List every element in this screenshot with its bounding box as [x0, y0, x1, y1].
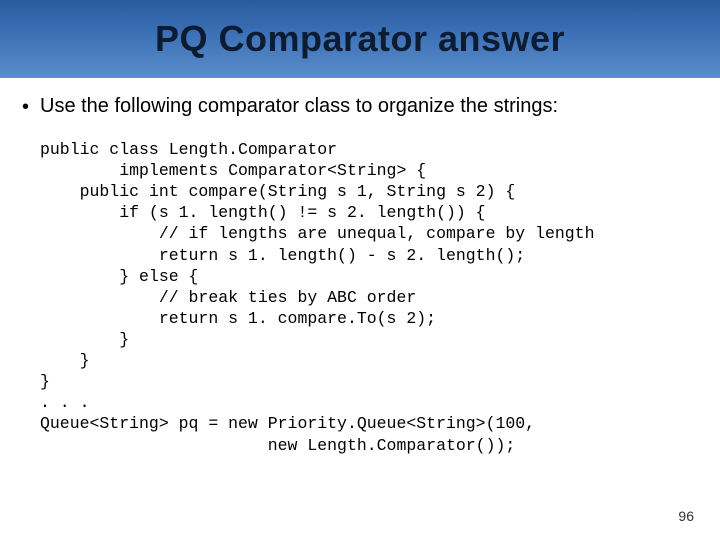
slide-body: • Use the following comparator class to … [22, 95, 698, 456]
slide-title: PQ Comparator answer [155, 18, 565, 60]
page-number: 96 [678, 508, 694, 524]
title-band: PQ Comparator answer [0, 0, 720, 78]
slide: PQ Comparator answer • Use the following… [0, 0, 720, 540]
bullet-text: Use the following comparator class to or… [40, 95, 698, 118]
code-block: public class Length.Comparator implement… [40, 139, 698, 456]
bullet-item: • Use the following comparator class to … [22, 95, 698, 119]
bullet-dot-icon: • [22, 95, 40, 119]
